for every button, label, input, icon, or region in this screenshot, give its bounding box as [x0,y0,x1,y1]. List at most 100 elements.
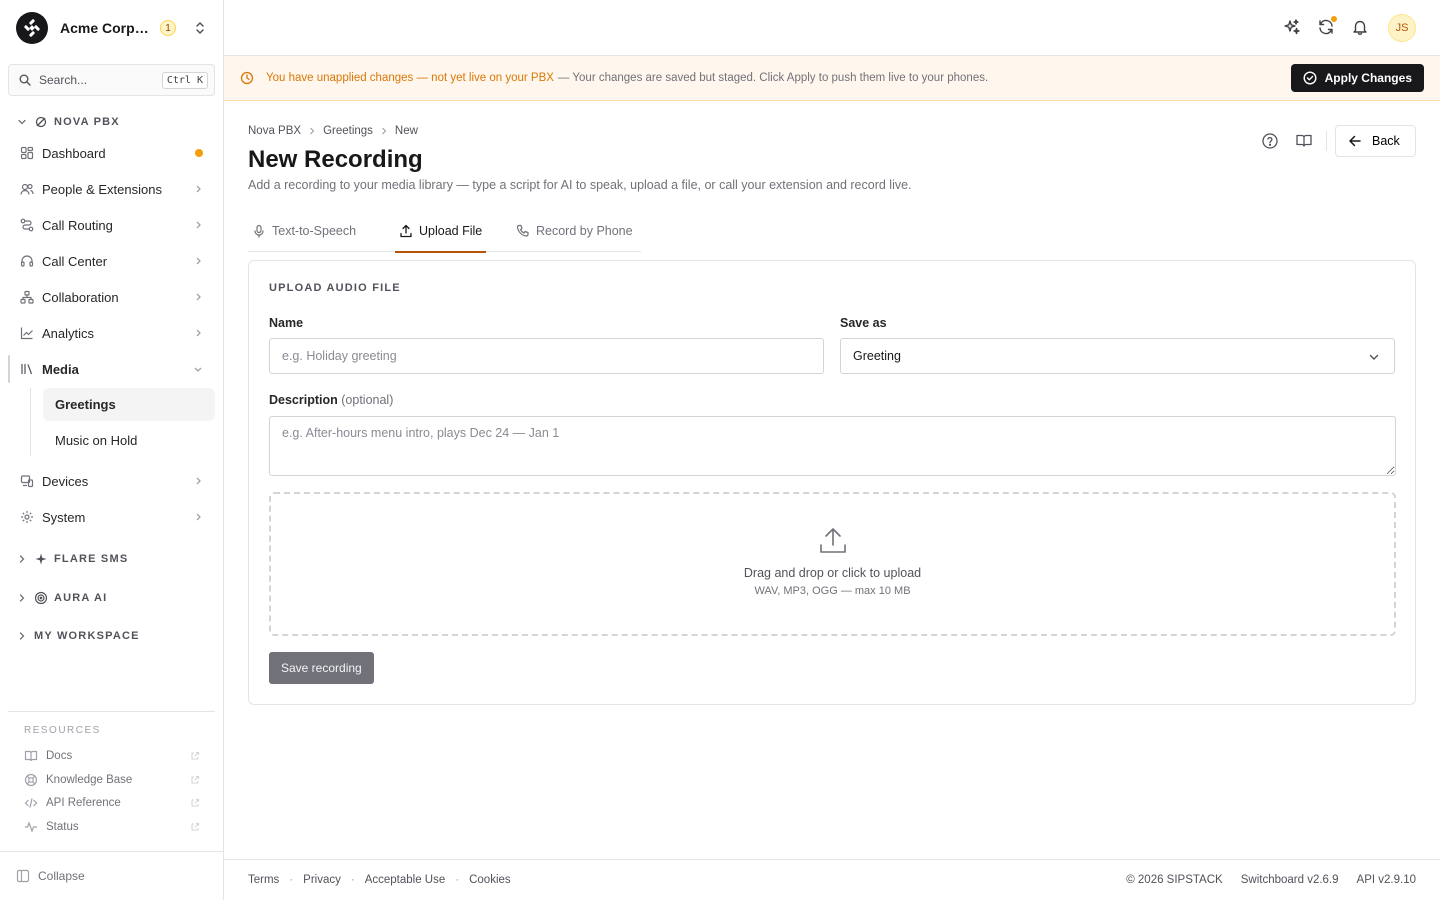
topbar: JS [224,0,1440,56]
page-subtitle: Add a recording to your media library — … [248,178,912,192]
dashboard-icon [20,146,34,160]
tab-upload-file[interactable]: Upload File [394,210,487,253]
book-open-icon [1296,134,1312,147]
collapse-label: Collapse [38,869,85,883]
footer-separator: · [455,874,460,886]
chevron-right-icon [196,293,201,301]
org-badge: 1 [160,20,176,36]
search-box[interactable]: Search... Ctrl K [8,64,215,96]
chevron-right-icon [196,185,201,193]
notifications-button[interactable] [1351,18,1369,36]
unapplied-changes-banner: You have unapplied changes — not yet liv… [224,56,1440,101]
help-button[interactable] [1261,132,1279,150]
org-logo-icon [16,12,48,44]
recording-method-tabs: Text-to-Speech Upload File Record by Pho… [248,210,641,253]
footer-link-acceptable-use[interactable]: Acceptable Use [365,874,446,886]
section-aura-ai[interactable]: AURA AI [16,591,107,605]
description-label: Description (optional) [269,393,393,407]
description-textarea[interactable] [269,416,1396,476]
resource-docs[interactable]: Docs [24,746,200,766]
chevron-right-icon [19,594,25,602]
chevron-right-icon [196,329,201,337]
footer-link-cookies[interactable]: Cookies [469,874,511,886]
apply-changes-button[interactable]: Apply Changes [1290,64,1424,92]
page-title: New Recording [248,146,423,173]
section-flare-sms[interactable]: FLARE SMS [16,552,128,566]
sidebar-subitem-greetings[interactable]: Greetings [43,388,215,421]
chevron-down-icon [194,367,202,372]
tab-label: Text-to-Speech [272,224,357,238]
ai-sparkles-button[interactable] [1283,18,1301,36]
sidebar: Acme Corporation 1 Search... Ctrl K NOVA… [0,0,224,900]
sidebar-item-label: Collaboration [42,289,119,305]
tab-text-to-speech[interactable]: Text-to-Speech [252,210,356,252]
resource-knowledge-base[interactable]: Knowledge Base [24,770,200,790]
back-label: Back [1372,134,1400,148]
pbx-icon [35,116,47,128]
sidebar-item-people[interactable]: People & Extensions [8,173,215,205]
breadcrumb-item-nova-pbx[interactable]: Nova PBX [248,125,301,137]
file-dropzone[interactable]: Drag and drop or click to upload WAV, MP… [269,492,1396,636]
save-as-value: Greeting [853,349,901,363]
sparkle-icon [35,553,47,565]
section-label: NOVA PBX [54,116,120,128]
chevron-right-icon [381,127,387,135]
tab-label: Record by Phone [536,224,633,238]
save-recording-button[interactable]: Save recording [269,652,374,684]
sidebar-item-call-center[interactable]: Call Center [8,245,215,277]
section-nova-pbx[interactable]: NOVA PBX [16,115,120,129]
collapse-sidebar-button[interactable]: Collapse [0,851,223,900]
lifebuoy-icon [24,773,38,787]
sidebar-item-devices[interactable]: Devices [8,465,215,497]
name-input[interactable] [269,338,824,374]
upload-icon [400,224,412,238]
clock-icon [240,71,254,85]
resource-api-reference[interactable]: API Reference [24,793,200,813]
docs-button[interactable] [1295,132,1313,150]
book-icon [24,750,38,762]
arrow-left-icon [1349,135,1361,147]
save-as-select[interactable]: Greeting [840,338,1395,374]
resource-status[interactable]: Status [24,817,200,837]
footer-link-terms[interactable]: Terms [248,874,279,886]
sidebar-item-label: People & Extensions [42,181,162,197]
sidebar-item-label: Dashboard [42,145,106,161]
api-version: API v2.9.10 [1356,874,1416,886]
sidebar-subitem-music-on-hold[interactable]: Music on Hold [43,424,215,457]
phone-icon [516,224,529,237]
chevron-up-down-icon [194,21,206,35]
section-label: FLARE SMS [54,553,129,565]
search-shortcut: Ctrl K [161,71,208,89]
sync-indicator-dot [1330,15,1338,23]
divider [8,711,215,712]
section-my-workspace[interactable]: MY WORKSPACE [16,630,140,642]
check-circle-icon [1303,71,1317,85]
search-placeholder: Search... [39,73,88,87]
footer: Terms · Privacy · Acceptable Use · Cooki… [224,859,1440,900]
name-label: Name [269,316,304,330]
chevron-right-icon [19,555,25,563]
code-icon [24,798,38,808]
external-link-icon [191,798,200,807]
sidebar-item-collaboration[interactable]: Collaboration [8,281,215,313]
back-button[interactable]: Back [1335,125,1416,157]
resource-label: API Reference [46,797,121,809]
dropzone-text: Drag and drop or click to upload [743,566,922,580]
aura-icon [34,591,48,605]
breadcrumb-item-greetings[interactable]: Greetings [323,125,373,137]
description-label-text: Description [269,393,338,407]
sidebar-item-dashboard[interactable]: Dashboard [8,137,215,169]
sidebar-item-system[interactable]: System [8,501,215,533]
sidebar-item-media[interactable]: Media [8,353,215,385]
user-avatar[interactable]: JS [1388,14,1416,42]
footer-link-privacy[interactable]: Privacy [303,874,341,886]
devices-icon [20,475,34,488]
sidebar-subitem-label: Music on Hold [55,433,138,448]
sidebar-item-analytics[interactable]: Analytics [8,317,215,349]
library-icon [21,364,33,375]
apply-changes-label: Apply Changes [1324,71,1412,85]
org-switcher[interactable]: Acme Corporation 1 [16,12,214,44]
sidebar-item-call-routing[interactable]: Call Routing [8,209,215,241]
tab-record-by-phone[interactable]: Record by Phone [516,210,633,252]
banner-detail: — Your changes are saved but staged. Cli… [557,72,989,84]
